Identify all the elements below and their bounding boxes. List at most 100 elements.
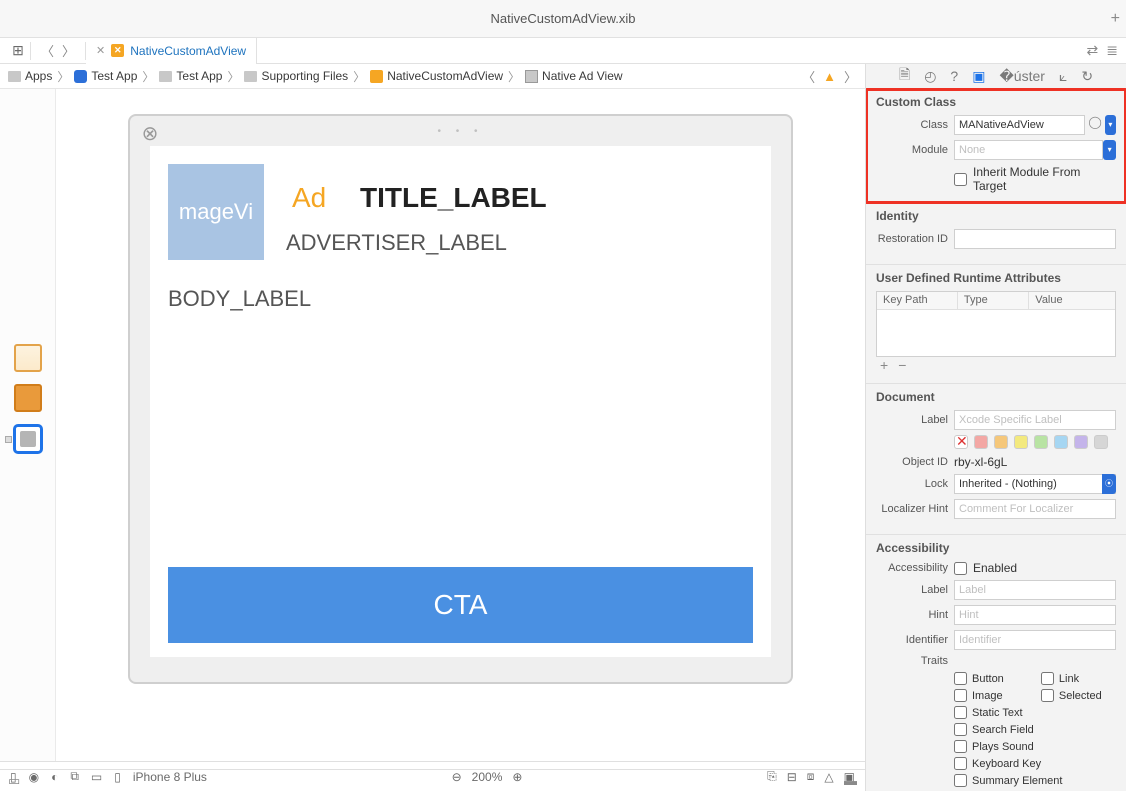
breadcrumb-item[interactable]: Test App bbox=[159, 69, 222, 83]
help-inspector-tab-icon[interactable]: ? bbox=[950, 68, 958, 84]
doc-label-field[interactable] bbox=[954, 410, 1116, 430]
module-field[interactable] bbox=[954, 140, 1103, 160]
advertiser-label: ADVERTISER_LABEL bbox=[286, 230, 507, 256]
udra-table[interactable]: Key Path Type Value bbox=[876, 291, 1116, 357]
clear-icon[interactable]: ◯ bbox=[1088, 115, 1101, 135]
window-titlebar: NativeCustomAdView.xib + bbox=[0, 0, 1126, 38]
file-inspector-tab-icon[interactable]: 🗎 bbox=[899, 64, 910, 88]
first-responder-object[interactable] bbox=[14, 384, 42, 412]
attributes-inspector-tab-icon[interactable]: �úster bbox=[999, 68, 1044, 85]
folder-icon bbox=[244, 71, 257, 82]
section-heading: Document bbox=[876, 390, 1116, 404]
identity-section: Identity Restoration ID bbox=[866, 203, 1126, 265]
accessibility-enabled-checkbox[interactable] bbox=[954, 562, 967, 575]
size-inspector-tab-icon[interactable]: ⟀ bbox=[1059, 68, 1067, 85]
localizer-hint-field[interactable] bbox=[954, 499, 1116, 519]
trait-keyboard-key-checkbox[interactable] bbox=[954, 757, 967, 770]
trait-summary-element-checkbox[interactable] bbox=[954, 774, 967, 787]
swatch-gray[interactable] bbox=[1094, 435, 1108, 449]
cta-button[interactable]: CTA bbox=[168, 567, 753, 643]
breadcrumb-item[interactable]: NativeCustomAdView bbox=[370, 69, 503, 83]
breadcrumb: Apps〉 Test App〉 Test App〉 Supporting Fil… bbox=[0, 64, 865, 89]
breadcrumb-item[interactable]: Native Ad View bbox=[525, 69, 623, 83]
swatch-blue[interactable] bbox=[1054, 435, 1068, 449]
accessibility-section: Accessibility Accessibility Enabled Labe… bbox=[866, 535, 1126, 791]
warning-icon[interactable]: ▲ bbox=[823, 69, 836, 84]
inherit-module-checkbox[interactable] bbox=[954, 173, 967, 186]
editor-tab[interactable]: ✕ ✕ NativeCustomAdView bbox=[86, 38, 257, 64]
class-dropdown-icon[interactable]: ▾ bbox=[1105, 115, 1116, 135]
trait-link-checkbox[interactable] bbox=[1041, 672, 1054, 685]
swatch-green[interactable] bbox=[1034, 435, 1048, 449]
xib-file-icon bbox=[370, 70, 383, 83]
panel-right-icon[interactable]: ▬ bbox=[844, 773, 857, 788]
selection-handle-icon bbox=[5, 436, 12, 443]
module-label: Module bbox=[876, 144, 948, 156]
native-ad-view[interactable]: mageVi Ad TITLE_LABEL ADVERTISER_LABEL B… bbox=[150, 146, 771, 657]
title-label: TITLE_LABEL bbox=[360, 182, 547, 214]
class-field[interactable] bbox=[954, 115, 1085, 135]
list-icon[interactable]: ≣ bbox=[1106, 42, 1118, 59]
custom-class-section: Custom Class Class ◯ ▾ Module ▾ Inherit … bbox=[866, 88, 1126, 204]
lock-label: Lock bbox=[876, 478, 948, 490]
folder-icon bbox=[159, 71, 172, 82]
nav-back-icon[interactable]: 〈 bbox=[37, 41, 58, 60]
close-tab-icon[interactable]: ✕ bbox=[96, 44, 105, 57]
module-dropdown-icon[interactable]: ▾ bbox=[1103, 140, 1116, 160]
identity-inspector-tab-icon[interactable]: ▣ bbox=[972, 68, 985, 85]
swap-icon[interactable]: ⇄ bbox=[1087, 42, 1099, 59]
grip-dots-icon: • • • bbox=[130, 126, 791, 137]
lock-select[interactable] bbox=[954, 474, 1116, 494]
restoration-id-field[interactable] bbox=[954, 229, 1116, 249]
ad-image-placeholder[interactable]: mageVi bbox=[168, 164, 264, 260]
related-items-icon[interactable]: ⊞ bbox=[6, 42, 30, 59]
trait-static-text-checkbox[interactable] bbox=[954, 706, 967, 719]
trait-plays-sound-checkbox[interactable] bbox=[954, 740, 967, 753]
section-heading: User Defined Runtime Attributes bbox=[876, 271, 1116, 285]
acc-label-label: Label bbox=[876, 584, 948, 596]
swatch-orange[interactable] bbox=[994, 435, 1008, 449]
localizer-hint-label: Localizer Hint bbox=[876, 503, 948, 515]
udra-section: User Defined Runtime Attributes Key Path… bbox=[866, 265, 1126, 384]
trait-search-field-checkbox[interactable] bbox=[954, 723, 967, 736]
swatch-row: ✕ bbox=[954, 435, 1116, 449]
trait-button-checkbox[interactable] bbox=[954, 672, 967, 685]
acc-hint-field[interactable] bbox=[954, 605, 1116, 625]
breadcrumb-item[interactable]: Test App bbox=[74, 69, 137, 83]
xib-file-icon: ✕ bbox=[111, 44, 124, 57]
filter-icon[interactable]: ▭ bbox=[8, 773, 20, 789]
files-owner-object[interactable] bbox=[14, 344, 42, 372]
acc-identifier-field[interactable] bbox=[954, 630, 1116, 650]
lock-dropdown-icon[interactable]: ⦿ bbox=[1102, 474, 1116, 494]
swatch-none[interactable]: ✕ bbox=[954, 435, 968, 449]
accessibility-enabled-label: Enabled bbox=[973, 561, 1017, 575]
prev-issue-icon[interactable]: 〈 bbox=[802, 67, 815, 86]
next-issue-icon[interactable]: 〉 bbox=[844, 67, 857, 86]
trait-selected-checkbox[interactable] bbox=[1041, 689, 1054, 702]
object-id-value: rby-xl-6gL bbox=[954, 455, 1007, 469]
udra-col-type: Type bbox=[958, 292, 1029, 309]
app-icon bbox=[74, 70, 87, 83]
device-frame: ⊗ • • • mageVi Ad TITLE_LABEL ADVERTISER… bbox=[128, 114, 793, 684]
inspector-panel: 🗎 ◴ ? ▣ �úster ⟀ ↻ Custom Class Class ◯ … bbox=[866, 64, 1126, 791]
acc-hint-label: Hint bbox=[876, 609, 948, 621]
acc-identifier-label: Identifier bbox=[876, 634, 948, 646]
new-tab-plus-icon[interactable]: + bbox=[1111, 10, 1120, 28]
history-inspector-tab-icon[interactable]: ◴ bbox=[924, 68, 936, 85]
ib-canvas[interactable]: ⊗ • • • mageVi Ad TITLE_LABEL ADVERTISER… bbox=[56, 89, 865, 761]
inspector-tab-bar: 🗎 ◴ ? ▣ �úster ⟀ ↻ bbox=[866, 64, 1126, 89]
nav-forward-icon[interactable]: 〉 bbox=[58, 41, 79, 60]
folder-icon bbox=[8, 71, 21, 82]
view-icon bbox=[525, 70, 538, 83]
swatch-purple[interactable] bbox=[1074, 435, 1088, 449]
trait-image-checkbox[interactable] bbox=[954, 689, 967, 702]
acc-label-field[interactable] bbox=[954, 580, 1116, 600]
connections-inspector-tab-icon[interactable]: ↻ bbox=[1081, 68, 1093, 85]
swatch-red[interactable] bbox=[974, 435, 988, 449]
swatch-yellow[interactable] bbox=[1014, 435, 1028, 449]
root-view-object[interactable] bbox=[13, 424, 43, 454]
udra-add-button[interactable]: + bbox=[880, 357, 898, 373]
udra-remove-button[interactable]: − bbox=[898, 357, 916, 373]
breadcrumb-item[interactable]: Apps bbox=[8, 69, 52, 83]
breadcrumb-item[interactable]: Supporting Files bbox=[244, 69, 348, 83]
